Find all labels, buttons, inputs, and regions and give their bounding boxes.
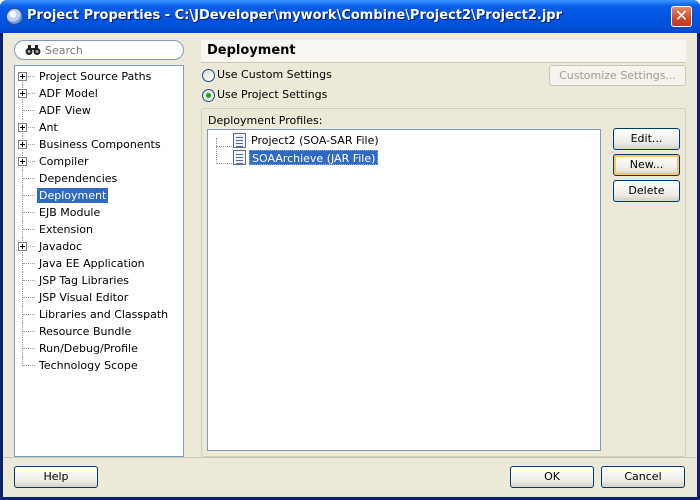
tree-branch — [23, 280, 35, 281]
profile-tree-branch — [216, 146, 232, 147]
header-divider — [201, 62, 686, 63]
search-input[interactable] — [45, 43, 175, 57]
radio-custom-settings-label[interactable]: Use Custom Settings — [217, 68, 332, 81]
tree-item[interactable]: ADF View — [15, 102, 183, 119]
tree-branch — [23, 365, 35, 366]
title-bar[interactable]: Project Properties - C:\JDeveloper\mywor… — [0, 0, 700, 33]
expand-icon[interactable] — [18, 140, 27, 149]
new-button[interactable]: New... — [613, 154, 680, 176]
tree-branch — [23, 331, 35, 332]
tree-item[interactable]: EJB Module — [15, 204, 183, 221]
deployment-profiles-list[interactable]: Project2 (SOA-SAR File) SOAArchieve (JAR … — [207, 129, 601, 451]
radio-project-settings[interactable] — [202, 89, 215, 102]
tree-item-label: Project Source Paths — [39, 70, 152, 83]
tree-branch — [23, 212, 35, 213]
dialog-window: Project Properties - C:\JDeveloper\mywor… — [0, 0, 700, 500]
delete-button[interactable]: Delete — [613, 180, 680, 202]
tree-branch — [23, 297, 35, 298]
radio-project-settings-label[interactable]: Use Project Settings — [217, 88, 327, 101]
tree-item[interactable]: Business Components — [15, 136, 183, 153]
customize-settings-button[interactable]: Customize Settings... — [549, 65, 686, 86]
tree-item-label: Extension — [39, 223, 94, 236]
close-button[interactable]: ✕ — [671, 6, 692, 27]
ok-button[interactable]: OK — [510, 466, 594, 488]
tree-branch — [23, 110, 35, 111]
profile-item-label: SOAArchieve (JAR File) — [249, 150, 379, 165]
customize-settings-label: Customize Settings... — [559, 69, 676, 82]
panel-header: Deployment — [201, 40, 686, 62]
tree-branch — [23, 348, 35, 349]
profile-tree-line — [216, 138, 217, 162]
delete-button-label: Delete — [628, 184, 665, 197]
tree-item[interactable]: Run/Debug/Profile — [15, 340, 183, 357]
edit-button[interactable]: Edit... — [613, 128, 680, 150]
tree-item-label: Ant — [39, 121, 58, 134]
tree-item-label: Dependencies — [39, 172, 118, 185]
deployment-profiles-label: Deployment Profiles: — [208, 114, 323, 127]
tree-branch — [23, 314, 35, 315]
tree-item-label: Run/Debug/Profile — [39, 342, 138, 355]
tree-item[interactable]: Libraries and Classpath — [15, 306, 183, 323]
tree-item[interactable]: Project Source Paths — [15, 68, 183, 85]
tree-item[interactable]: ADF Model — [15, 85, 183, 102]
tree-branch — [23, 229, 35, 230]
expand-icon[interactable] — [18, 72, 27, 81]
tree-item[interactable]: Javadoc — [15, 238, 183, 255]
footer-divider — [3, 457, 697, 458]
tree-item-label: Compiler — [39, 155, 89, 168]
search-box[interactable] — [14, 40, 184, 60]
tree-item[interactable]: Technology Scope — [15, 357, 183, 374]
cancel-button[interactable]: Cancel — [601, 466, 685, 488]
tree-branch — [23, 178, 35, 179]
help-button-label: Help — [43, 470, 69, 483]
file-icon — [233, 150, 246, 165]
tree-item[interactable]: Resource Bundle — [15, 323, 183, 340]
new-button-label: New... — [629, 158, 664, 171]
tree-item-label: Technology Scope — [39, 359, 138, 372]
cancel-button-label: Cancel — [624, 470, 662, 483]
expand-icon[interactable] — [18, 123, 27, 132]
window-title: Project Properties - C:\JDeveloper\mywor… — [27, 8, 562, 23]
tree-item-label: ADF Model — [39, 87, 98, 100]
profile-item-label: Project2 (SOA-SAR File) — [251, 134, 379, 147]
expand-icon[interactable] — [18, 89, 27, 98]
tree-item[interactable]: JSP Tag Libraries — [15, 272, 183, 289]
tree-item-label: Resource Bundle — [39, 325, 132, 338]
tree-item[interactable]: Extension — [15, 221, 183, 238]
file-icon — [233, 133, 246, 148]
tree-item-label: Javadoc — [39, 240, 82, 253]
tree-branch — [23, 195, 35, 196]
help-button[interactable]: Help — [14, 466, 98, 488]
tree-item-label: ADF View — [39, 104, 91, 117]
panel-title: Deployment — [207, 43, 296, 58]
ok-button-label: OK — [544, 470, 560, 483]
tree-item-label: Deployment — [37, 188, 109, 203]
radio-custom-settings[interactable] — [202, 69, 215, 82]
tree-item[interactable]: Deployment — [15, 187, 183, 204]
tree-item-label: JSP Visual Editor — [39, 291, 129, 304]
tree-item[interactable]: Ant — [15, 119, 183, 136]
tree-item[interactable]: JSP Visual Editor — [15, 289, 183, 306]
tree-item[interactable]: Compiler — [15, 153, 183, 170]
tree-branch — [23, 263, 35, 264]
tree-item-label: JSP Tag Libraries — [39, 274, 129, 287]
app-icon — [6, 8, 23, 25]
expand-icon[interactable] — [18, 242, 27, 251]
tree-item[interactable]: Dependencies — [15, 170, 183, 187]
binoculars-icon — [25, 45, 41, 55]
dialog-body: Project Source Paths ADF Model ADF View Ant… — [3, 33, 697, 497]
tree-item-label: Java EE Application — [39, 257, 145, 270]
expand-icon[interactable] — [18, 157, 27, 166]
edit-button-label: Edit... — [630, 132, 663, 145]
category-tree[interactable]: Project Source Paths ADF Model ADF View Ant… — [14, 65, 184, 457]
tree-item-label: Business Components — [39, 138, 161, 151]
tree-item[interactable]: Java EE Application — [15, 255, 183, 272]
tree-item-label: Libraries and Classpath — [39, 308, 169, 321]
tree-item-label: EJB Module — [39, 206, 101, 219]
profile-tree-branch — [216, 163, 232, 164]
